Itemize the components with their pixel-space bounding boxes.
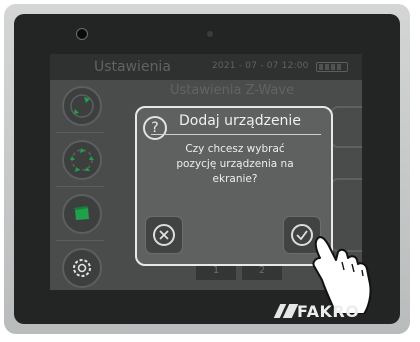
light-sensor (207, 31, 213, 37)
sidebar-divider (56, 186, 104, 187)
sidebar-settings-button[interactable] (62, 248, 102, 288)
pointing-hand-icon (312, 236, 372, 314)
sidebar-divider (56, 240, 104, 241)
dialog-title: Dodaj urządzenie (179, 113, 301, 129)
dialog-message: Czy chcesz wybrać pozycję urządzenia na … (147, 142, 323, 187)
dialog-message-line: Czy chcesz wybrać (185, 143, 285, 155)
sidebar-device-window-button[interactable] (62, 86, 102, 126)
x-icon (153, 224, 175, 246)
cancel-button[interactable] (145, 216, 183, 254)
sidebar-scene-button[interactable] (62, 194, 102, 234)
battery-icon (316, 62, 348, 72)
sidebar-device-group-button[interactable] (62, 140, 102, 180)
add-device-dialog: ? Dodaj urządzenie Czy chcesz wybrać poz… (135, 106, 333, 266)
sidebar-divider (56, 132, 104, 133)
dialog-message-line: pozycję urządzenia na (176, 158, 294, 170)
scene-icon (74, 206, 89, 220)
hidden-tile (330, 106, 362, 148)
gear-icon (73, 259, 91, 277)
window-device-icon (70, 94, 94, 118)
brand-name: FAKRO (297, 302, 360, 321)
dialog-message-line: ekranie? (212, 173, 258, 185)
camera-icon (76, 28, 88, 40)
screen-title: Ustawienia (94, 59, 171, 75)
status-bar: Ustawienia 2021 - 07 - 07 12:00 (50, 54, 362, 80)
datetime-readout: 2021 - 07 - 07 12:00 (212, 61, 309, 71)
section-subtitle: Ustawienia Z-Wave (170, 83, 295, 98)
group-devices-icon (70, 148, 94, 172)
question-icon: ? (143, 116, 167, 140)
dialog-divider (151, 134, 321, 135)
